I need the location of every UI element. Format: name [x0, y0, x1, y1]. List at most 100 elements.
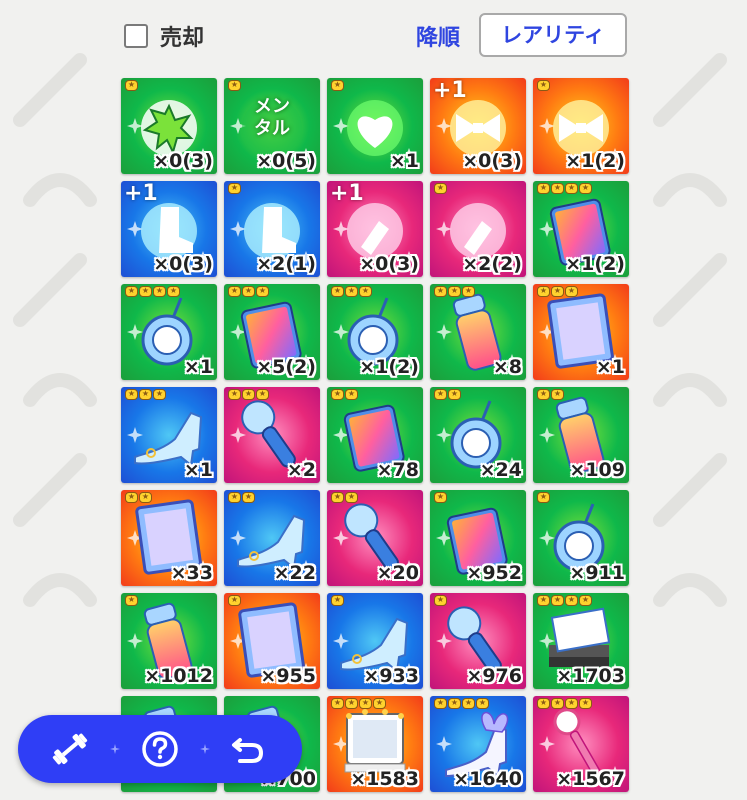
- rarity-stars: ★ ★ ★: [331, 286, 372, 297]
- item-tile[interactable]: ★ ×2(1): [224, 181, 320, 277]
- dumbbell-icon[interactable]: [50, 729, 90, 769]
- item-count: ×976: [466, 665, 522, 687]
- star-icon: ★: [228, 389, 241, 400]
- item-tile[interactable]: ★ ★ ★ ×8: [430, 284, 526, 380]
- item-count: ×1: [183, 356, 213, 378]
- rarity-stars: ★ ★: [331, 492, 358, 503]
- star-icon: ★: [331, 286, 344, 297]
- item-tile[interactable]: ★ ★ ★ ×1: [533, 284, 629, 380]
- rarity-stars: ★ ★ ★: [228, 286, 269, 297]
- star-icon: ★: [434, 595, 447, 606]
- star-icon: ★: [551, 183, 564, 194]
- item-tile[interactable]: +1 ×0(3): [430, 78, 526, 174]
- star-icon: ★: [448, 389, 461, 400]
- star-icon: ★: [242, 492, 255, 503]
- item-tile[interactable]: ★ メン タル ×0(5): [224, 78, 320, 174]
- item-tile[interactable]: ★ ×976: [430, 593, 526, 689]
- rarity-stars: ★ ★ ★ ★: [125, 286, 180, 297]
- item-tile[interactable]: ★ ★ ★ ×2: [224, 387, 320, 483]
- item-count: ×24: [479, 459, 522, 481]
- star-icon: ★: [331, 492, 344, 503]
- star-icon: ★: [537, 698, 550, 709]
- sort-key-button[interactable]: レアリティ: [479, 13, 627, 57]
- star-icon: ★: [125, 389, 138, 400]
- star-icon: ★: [228, 183, 241, 194]
- rarity-stars: ★: [434, 183, 447, 194]
- star-icon: ★: [331, 389, 344, 400]
- sell-label: 売却: [160, 26, 205, 51]
- item-count: ×955: [260, 665, 316, 687]
- star-icon: ★: [537, 492, 550, 503]
- item-tile[interactable]: ★ ×1: [327, 78, 423, 174]
- item-count: ×1583: [350, 768, 419, 790]
- item-tile[interactable]: +1 ×0(3): [121, 181, 217, 277]
- star-icon: ★: [139, 286, 152, 297]
- rarity-stars: ★ ★: [537, 389, 564, 400]
- rarity-stars: ★: [331, 80, 344, 91]
- item-count: ×1(2): [359, 356, 419, 378]
- item-tile[interactable]: ★ ★ ×24: [430, 387, 526, 483]
- item-tile[interactable]: ★ ★ ×22: [224, 490, 320, 586]
- item-tile[interactable]: ★ ×1(2): [533, 78, 629, 174]
- item-tile[interactable]: ★ ★ ★ ★ ×1640: [430, 696, 526, 792]
- star-icon: ★: [462, 286, 475, 297]
- star-icon: ★: [256, 389, 269, 400]
- item-tile[interactable]: ★ ★ ★ ×1: [121, 387, 217, 483]
- item-tile[interactable]: ★ ★ ★ ★ ×1567: [533, 696, 629, 792]
- item-count: ×0(3): [153, 150, 213, 172]
- item-tile[interactable]: ★ ×1012: [121, 593, 217, 689]
- item-count: ×5(2): [256, 356, 316, 378]
- star-icon: ★: [331, 80, 344, 91]
- star-icon: ★: [228, 80, 241, 91]
- item-count: ×933: [363, 665, 419, 687]
- item-tile[interactable]: ★ ×2(2): [430, 181, 526, 277]
- item-tile[interactable]: ★ ×955: [224, 593, 320, 689]
- item-count: ×1: [183, 459, 213, 481]
- item-tile[interactable]: ★ ★ ★ ×5(2): [224, 284, 320, 380]
- star-icon: ★: [448, 286, 461, 297]
- item-tile[interactable]: ★ ★ ×78: [327, 387, 423, 483]
- item-tile[interactable]: ★ ×952: [430, 490, 526, 586]
- floating-action-bar: [18, 715, 302, 783]
- back-icon[interactable]: [228, 729, 268, 769]
- star-icon: ★: [359, 286, 372, 297]
- rarity-stars: ★: [434, 595, 447, 606]
- plus-badge: +1: [124, 181, 158, 206]
- sell-checkbox[interactable]: [124, 24, 148, 48]
- item-tile[interactable]: ★ ★ ★ ★ ×1703: [533, 593, 629, 689]
- item-tile[interactable]: +1 ×0(3): [327, 181, 423, 277]
- sort-order-toggle[interactable]: 降順: [416, 20, 460, 52]
- star-icon: ★: [256, 286, 269, 297]
- rarity-stars: ★: [125, 595, 138, 606]
- help-icon[interactable]: [140, 729, 180, 769]
- star-icon: ★: [153, 389, 166, 400]
- item-tile[interactable]: ★ ★ ★ ★ ×1583: [327, 696, 423, 792]
- item-count: ×109: [569, 459, 625, 481]
- star-icon: ★: [373, 698, 386, 709]
- star-icon: ★: [434, 286, 447, 297]
- star-icon: ★: [565, 183, 578, 194]
- item-count: ×2(2): [462, 253, 522, 275]
- plus-badge: +1: [433, 78, 467, 103]
- item-count: ×1(2): [565, 150, 625, 172]
- star-icon: ★: [434, 183, 447, 194]
- item-tile[interactable]: ★ ×911: [533, 490, 629, 586]
- star-icon: ★: [537, 595, 550, 606]
- item-count: ×0(3): [462, 150, 522, 172]
- item-tile[interactable]: ★ ★ ×33: [121, 490, 217, 586]
- item-count: ×0(3): [359, 253, 419, 275]
- item-tile[interactable]: ★ ×933: [327, 593, 423, 689]
- item-tile[interactable]: ★ ×0(3): [121, 78, 217, 174]
- item-tile[interactable]: ★ ★ ★ ×1(2): [327, 284, 423, 380]
- item-tile[interactable]: ★ ★ ★ ★ ×1: [121, 284, 217, 380]
- item-count: ×1: [389, 150, 419, 172]
- rarity-stars: ★: [228, 595, 241, 606]
- rarity-stars: ★ ★: [125, 492, 152, 503]
- star-icon: ★: [537, 80, 550, 91]
- item-tile[interactable]: ★ ★ ×109: [533, 387, 629, 483]
- item-tile[interactable]: ★ ★ ★ ★ ×1(2): [533, 181, 629, 277]
- item-tile[interactable]: ★ ★ ×20: [327, 490, 423, 586]
- item-count: ×1(2): [565, 253, 625, 275]
- rarity-stars: ★ ★ ★ ★: [537, 595, 592, 606]
- star-icon: ★: [167, 286, 180, 297]
